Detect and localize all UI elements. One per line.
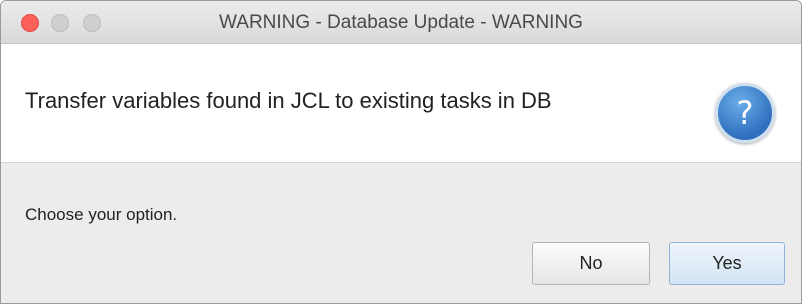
prompt-text: Choose your option.	[25, 205, 178, 224]
dialog-header: Transfer variables found in JCL to exist…	[1, 44, 801, 163]
dialog-content: Choose your option. No Yes	[1, 163, 801, 303]
question-icon: ?	[715, 83, 775, 143]
no-button[interactable]: No	[532, 242, 650, 285]
title-bar[interactable]: WARNING - Database Update - WARNING	[1, 1, 801, 44]
yes-button[interactable]: Yes	[669, 242, 785, 285]
dialog-window: WARNING - Database Update - WARNING Tran…	[0, 0, 802, 304]
question-icon-glyph: ?	[736, 94, 754, 132]
window-title: WARNING - Database Update - WARNING	[219, 12, 583, 33]
header-message: Transfer variables found in JCL to exist…	[25, 88, 552, 113]
